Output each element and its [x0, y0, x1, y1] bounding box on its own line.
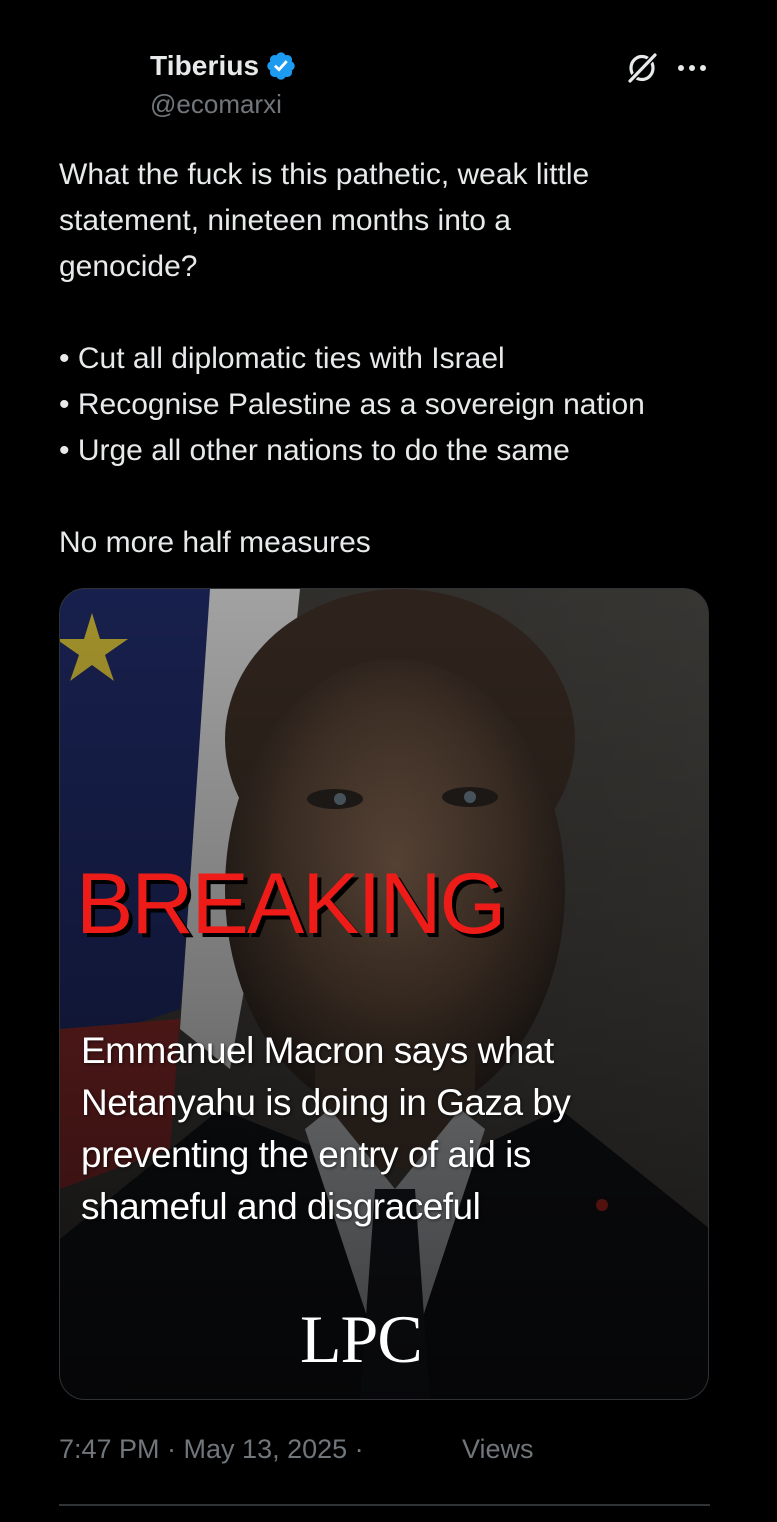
grok-icon[interactable] [624, 50, 660, 86]
tweet-line: No more half measures [59, 526, 371, 559]
lpc-logo: LPC [300, 1301, 423, 1377]
divider [59, 1504, 710, 1506]
tweet-bullet: • Urge all other nations to do the same [59, 434, 570, 467]
headline-line: preventing the entry of aid is [81, 1134, 531, 1175]
more-options-icon[interactable] [676, 58, 708, 78]
tweet-text: What the fuck is this pathetic, weak lit… [59, 152, 719, 566]
tweet-timestamp[interactable]: 7:47 PM · May 13, 2025 · [59, 1434, 364, 1465]
author-handle[interactable]: @ecomarxi [150, 89, 282, 120]
tweet-line: statement, nineteen months into a [59, 204, 511, 237]
tweet-header: Tiberius @ecomarxi [0, 0, 777, 130]
tweet-bullet: • Cut all diplomatic ties with Israel [59, 342, 505, 375]
media-photo-background [60, 589, 708, 1399]
tweet-line: What the fuck is this pathetic, weak lit… [59, 158, 590, 191]
author-name[interactable]: Tiberius [150, 50, 259, 82]
views-link[interactable]: Views [462, 1434, 534, 1465]
media-headline: Emmanuel Macron says what Netanyahu is d… [81, 1025, 681, 1233]
breaking-label: BREAKING [76, 856, 506, 952]
headline-line: Netanyahu is doing in Gaza by [81, 1082, 571, 1123]
author-name-row[interactable]: Tiberius [150, 50, 297, 82]
tweet-bullet: • Recognise Palestine as a sovereign nat… [59, 388, 645, 421]
headline-line: Emmanuel Macron says what [81, 1030, 554, 1071]
verified-badge-icon [265, 50, 297, 82]
tweet-media-image[interactable]: BREAKING Emmanuel Macron says what Netan… [59, 588, 709, 1400]
tweet-line: genocide? [59, 250, 198, 283]
headline-line: shameful and disgraceful [81, 1186, 481, 1227]
